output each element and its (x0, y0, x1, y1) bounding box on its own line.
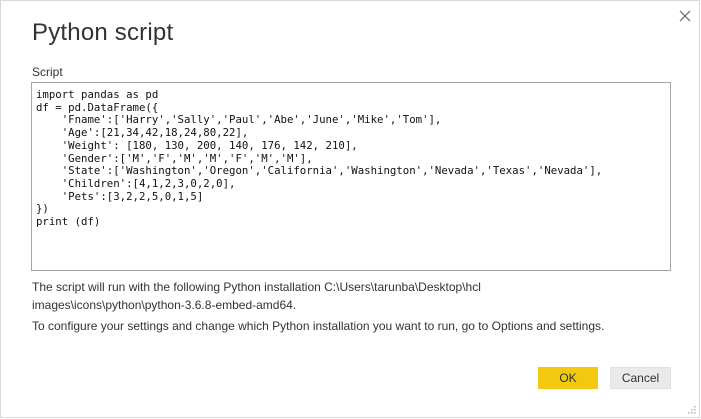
ok-button-label: OK (559, 371, 577, 385)
script-editor[interactable]: import pandas as pd df = pd.DataFrame({ … (31, 82, 671, 271)
dialog-title: Python script (32, 19, 174, 46)
cancel-button[interactable]: Cancel (610, 367, 671, 389)
installation-info-line-1: The script will run with the following P… (32, 280, 481, 294)
configure-settings-text: To configure your settings and change wh… (32, 319, 605, 333)
ok-button[interactable]: OK (538, 367, 598, 389)
close-icon (679, 10, 691, 22)
resize-grip-icon[interactable] (687, 405, 696, 414)
installation-info-line-2: images\icons\python\python-3.6.8-embed-a… (32, 298, 297, 312)
python-script-dialog: Python script Script import pandas as pd… (0, 0, 700, 418)
cancel-button-label: Cancel (621, 371, 660, 385)
script-label: Script (32, 65, 63, 79)
script-code[interactable]: import pandas as pd df = pd.DataFrame({ … (32, 83, 670, 229)
close-button[interactable] (675, 6, 695, 26)
